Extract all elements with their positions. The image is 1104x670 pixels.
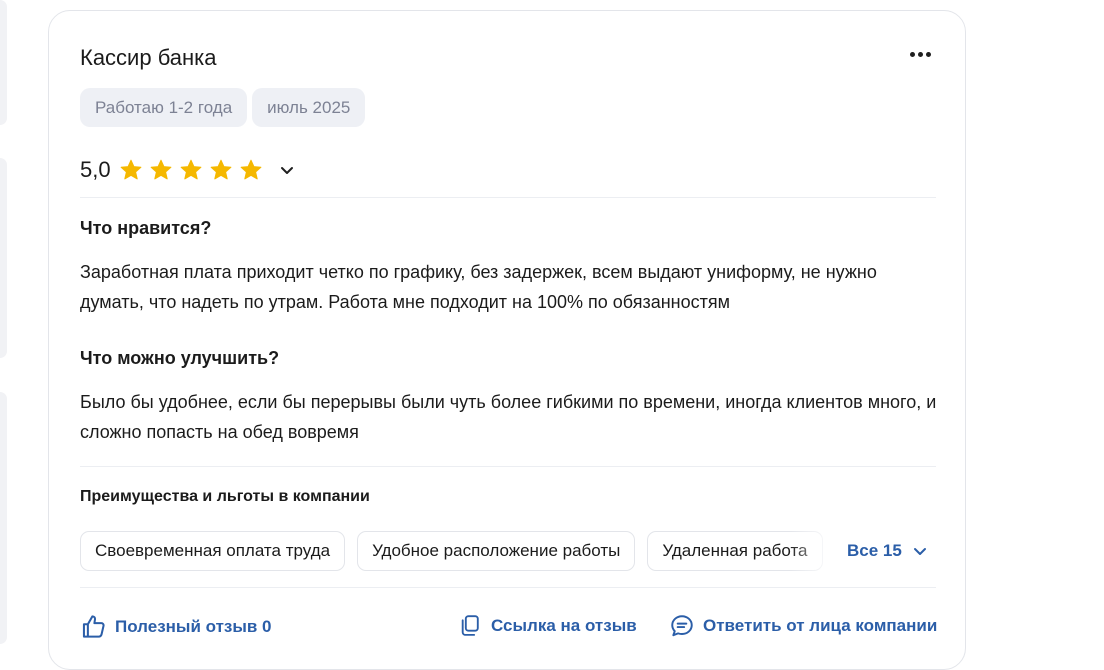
- copy-link-button[interactable]: Ссылка на отзыв: [458, 613, 637, 638]
- useful-review-button[interactable]: Полезный отзыв 0: [80, 613, 272, 640]
- rating: 5,0: [80, 155, 299, 185]
- divider: [80, 466, 936, 467]
- rating-stars: [119, 158, 263, 182]
- benefit-chip[interactable]: Удобное расположение работы: [357, 531, 636, 571]
- more-horizontal-icon: [909, 51, 915, 57]
- copy-link-icon: [461, 615, 479, 636]
- divider: [80, 197, 936, 198]
- benefit-chip[interactable]: Удаленная работа: [647, 531, 823, 571]
- chevron-down-icon: [913, 548, 926, 555]
- more-dot: [925, 51, 931, 57]
- reply-as-company-label: Ответить от лица компании: [703, 616, 938, 635]
- more-options-button[interactable]: [905, 41, 935, 67]
- improve-heading: Что можно улучшить?: [80, 348, 280, 368]
- tag-date: июль 2025: [252, 88, 366, 127]
- benefits-chips: Своевременная оплата труда Удобное распо…: [80, 531, 850, 571]
- copy-link-label: Ссылка на отзыв: [491, 615, 637, 635]
- divider: [80, 587, 936, 588]
- neighbor-card-edge-1: [0, 0, 7, 125]
- rating-expand-button[interactable]: [275, 158, 299, 182]
- improve-text: Было бы удобнее, если бы перерывы были ч…: [80, 392, 937, 442]
- review-tags: Работаю 1-2 года июль 2025: [80, 88, 366, 127]
- tag-experience: Работаю 1-2 года: [80, 88, 248, 127]
- review-actions: Полезный отзыв 0 Ссылка на отзыв Ответит…: [49, 613, 965, 643]
- all-benefits-label: Все 15: [847, 541, 902, 560]
- benefit-chip[interactable]: Своевременная оплата труда: [80, 531, 346, 571]
- benefits-heading: Преимущества и льготы в компании: [80, 488, 370, 505]
- chat-bubble-icon: [671, 615, 693, 637]
- star-icon: [120, 159, 141, 180]
- neighbor-card-edge-3: [0, 392, 7, 644]
- useful-review-label: Полезный отзыв 0: [115, 616, 272, 636]
- likes-text: Заработная плата приходит четко по графи…: [80, 262, 877, 312]
- star-icon: [210, 159, 231, 180]
- neighbor-card-edge-2: [0, 158, 7, 358]
- review-card: Кассир банка Работаю 1-2 года июль 2025 …: [48, 10, 966, 670]
- reply-as-company-button[interactable]: Ответить от лица компании: [669, 613, 937, 639]
- review-title: Кассир банка: [80, 45, 217, 70]
- chevron-down-icon: [280, 167, 293, 174]
- star-icon: [240, 159, 261, 180]
- star-icon: [150, 159, 171, 180]
- thumbs-up-icon: [82, 615, 105, 638]
- star-icon: [180, 159, 201, 180]
- rating-value: 5,0: [80, 157, 111, 182]
- all-benefits-button[interactable]: Все 15: [847, 541, 928, 561]
- likes-heading: Что нравится?: [80, 218, 212, 238]
- more-dot: [917, 51, 923, 57]
